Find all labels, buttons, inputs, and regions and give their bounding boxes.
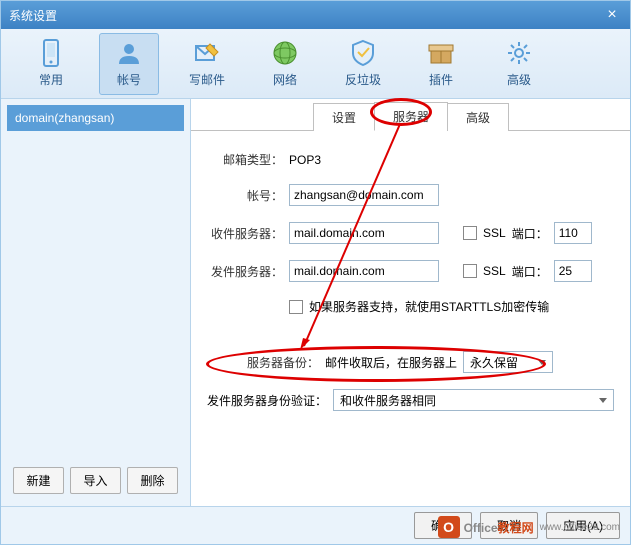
label-port-in: 端口：	[512, 225, 548, 242]
compose-icon	[193, 39, 221, 67]
tool-label: 写邮件	[189, 71, 225, 88]
input-outgoing[interactable]	[289, 260, 439, 282]
label-auth: 发件服务器身份验证：	[207, 392, 327, 409]
row-mailbox-type: 邮箱类型： POP3	[207, 151, 614, 168]
value-mailbox-type: POP3	[289, 153, 321, 167]
label-starttls: 如果服务器支持，就使用STARTTLS加密传输	[309, 298, 549, 315]
tool-label: 高级	[507, 71, 531, 88]
row-outgoing: 发件服务器： SSL 端口：	[207, 260, 614, 282]
phone-icon	[37, 39, 65, 67]
import-button[interactable]: 导入	[70, 467, 121, 494]
apply-button[interactable]: 应用(A)	[546, 512, 620, 539]
delete-button[interactable]: 删除	[127, 467, 178, 494]
label-ssl-in: SSL	[483, 226, 506, 240]
box-icon	[427, 39, 455, 67]
tool-label: 常用	[39, 71, 63, 88]
row-starttls: 如果服务器支持，就使用STARTTLS加密传输	[207, 298, 614, 315]
input-port-in[interactable]	[554, 222, 592, 244]
user-icon	[115, 39, 143, 67]
tool-label: 网络	[273, 71, 297, 88]
tool-plugins[interactable]: 插件	[411, 33, 471, 95]
tab-settings[interactable]: 设置	[313, 103, 375, 131]
label-mailbox-type: 邮箱类型：	[207, 151, 283, 168]
settings-window: 系统设置 × 常用 帐号 写邮件 网络	[0, 0, 631, 545]
checkbox-ssl-out[interactable]	[463, 264, 477, 278]
label-incoming: 收件服务器：	[207, 225, 283, 242]
tool-compose[interactable]: 写邮件	[177, 33, 237, 95]
close-button[interactable]: ×	[602, 5, 622, 25]
row-incoming: 收件服务器： SSL 端口：	[207, 222, 614, 244]
account-item[interactable]: domain(zhangsan)	[7, 105, 184, 131]
select-auth[interactable]: 和收件服务器相同	[333, 389, 614, 411]
select-backup[interactable]: 永久保留	[463, 351, 553, 373]
form-content: 邮箱类型： POP3 帐号： 收件服务器： SSL 端口： 发	[191, 131, 630, 431]
tool-general[interactable]: 常用	[21, 33, 81, 95]
new-button[interactable]: 新建	[13, 467, 64, 494]
shield-icon	[349, 39, 377, 67]
text-backup: 邮件收取后，在服务器上	[325, 354, 457, 371]
input-account[interactable]	[289, 184, 439, 206]
gear-icon	[505, 39, 533, 67]
tool-antispam[interactable]: 反垃圾	[333, 33, 393, 95]
tab-server[interactable]: 服务器	[374, 102, 448, 131]
tabs: 设置 服务器 高级	[191, 103, 630, 131]
tool-account[interactable]: 帐号	[99, 33, 159, 95]
input-port-out[interactable]	[554, 260, 592, 282]
label-port-out: 端口：	[512, 263, 548, 280]
toolbar: 常用 帐号 写邮件 网络 反垃圾	[1, 29, 630, 99]
row-auth: 发件服务器身份验证： 和收件服务器相同	[207, 389, 614, 411]
tab-advanced[interactable]: 高级	[447, 103, 509, 131]
cancel-button[interactable]: 取消	[480, 512, 538, 539]
tool-advanced[interactable]: 高级	[489, 33, 549, 95]
row-account: 帐号：	[207, 184, 614, 206]
body: domain(zhangsan) 新建 导入 删除 设置 服务器 高级 邮箱类型…	[1, 99, 630, 506]
tool-network[interactable]: 网络	[255, 33, 315, 95]
label-backup: 服务器备份：	[247, 354, 319, 371]
label-ssl-out: SSL	[483, 264, 506, 278]
sidebar-buttons: 新建 导入 删除	[7, 461, 184, 500]
main-panel: 设置 服务器 高级 邮箱类型： POP3 帐号： 收件服务器：	[191, 99, 630, 506]
label-account: 帐号：	[207, 187, 283, 204]
globe-icon	[271, 39, 299, 67]
checkbox-ssl-in[interactable]	[463, 226, 477, 240]
tool-label: 帐号	[117, 71, 141, 88]
sidebar: domain(zhangsan) 新建 导入 删除	[1, 99, 191, 506]
tool-label: 插件	[429, 71, 453, 88]
input-incoming[interactable]	[289, 222, 439, 244]
footer: 确定 取消 应用(A) O Office教程网 www.office26.com	[1, 506, 630, 544]
label-outgoing: 发件服务器：	[207, 263, 283, 280]
titlebar: 系统设置 ×	[1, 1, 630, 29]
checkbox-starttls[interactable]	[289, 300, 303, 314]
row-backup: 服务器备份： 邮件收取后，在服务器上 永久保留	[207, 351, 614, 373]
tool-label: 反垃圾	[345, 71, 381, 88]
window-title: 系统设置	[9, 7, 57, 24]
ok-button[interactable]: 确定	[414, 512, 472, 539]
